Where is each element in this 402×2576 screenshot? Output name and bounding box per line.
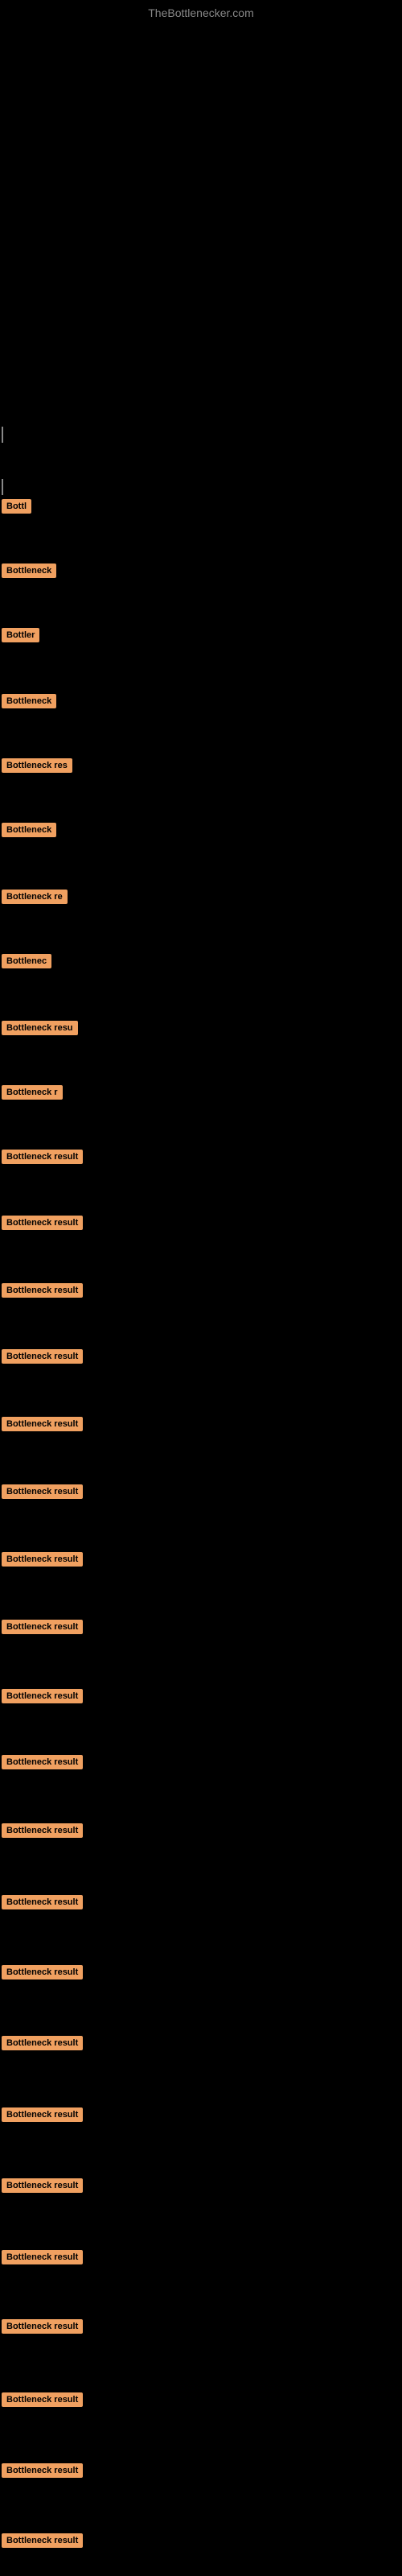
bottleneck-badge-1[interactable]: Bottl: [2, 499, 31, 514]
bottleneck-badge-5[interactable]: Bottleneck res: [2, 758, 72, 773]
bottleneck-badge-2[interactable]: Bottleneck: [2, 564, 56, 578]
bottleneck-badge-25[interactable]: Bottleneck result: [2, 2107, 83, 2122]
bottleneck-badge-19[interactable]: Bottleneck result: [2, 1689, 83, 1703]
bottleneck-badge-11[interactable]: Bottleneck result: [2, 1150, 83, 1164]
bottleneck-badge-17[interactable]: Bottleneck result: [2, 1552, 83, 1567]
bottleneck-badge-12[interactable]: Bottleneck result: [2, 1216, 83, 1230]
bottleneck-badge-20[interactable]: Bottleneck result: [2, 1755, 83, 1769]
bottleneck-badge-16[interactable]: Bottleneck result: [2, 1484, 83, 1499]
bottleneck-badge-9[interactable]: Bottleneck resu: [2, 1021, 78, 1035]
bottleneck-badge-7[interactable]: Bottleneck re: [2, 890, 68, 904]
bottleneck-badge-10[interactable]: Bottleneck r: [2, 1085, 63, 1100]
bottleneck-badge-27[interactable]: Bottleneck result: [2, 2250, 83, 2264]
bottleneck-badge-31[interactable]: Bottleneck result: [2, 2533, 83, 2548]
bottleneck-badge-15[interactable]: Bottleneck result: [2, 1417, 83, 1431]
cursor-line-2: [2, 479, 3, 495]
cursor-line-1: [2, 427, 3, 443]
bottleneck-badge-8[interactable]: Bottlenec: [2, 954, 51, 968]
site-title: TheBottlenecker.com: [148, 6, 254, 19]
bottleneck-badge-3[interactable]: Bottler: [2, 628, 39, 642]
bottleneck-badge-21[interactable]: Bottleneck result: [2, 1823, 83, 1838]
bottleneck-badge-4[interactable]: Bottleneck: [2, 694, 56, 708]
bottleneck-badge-6[interactable]: Bottleneck: [2, 823, 56, 837]
bottleneck-badge-26[interactable]: Bottleneck result: [2, 2178, 83, 2193]
bottleneck-badge-13[interactable]: Bottleneck result: [2, 1283, 83, 1298]
bottleneck-badge-18[interactable]: Bottleneck result: [2, 1620, 83, 1634]
bottleneck-badge-24[interactable]: Bottleneck result: [2, 2036, 83, 2050]
bottleneck-badge-28[interactable]: Bottleneck result: [2, 2319, 83, 2334]
bottleneck-badge-23[interactable]: Bottleneck result: [2, 1965, 83, 1979]
bottleneck-badge-22[interactable]: Bottleneck result: [2, 1895, 83, 1909]
bottleneck-badge-14[interactable]: Bottleneck result: [2, 1349, 83, 1364]
bottleneck-badge-30[interactable]: Bottleneck result: [2, 2463, 83, 2478]
bottleneck-badge-29[interactable]: Bottleneck result: [2, 2392, 83, 2407]
